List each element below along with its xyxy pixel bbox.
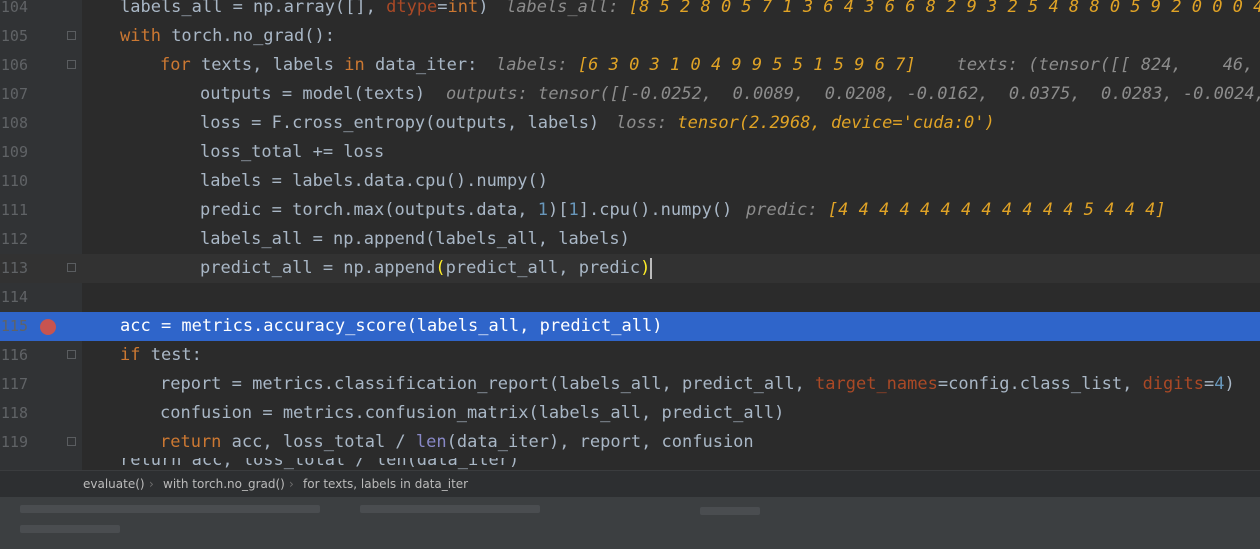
code-text[interactable]: loss_total += loss: [200, 138, 384, 167]
code-line[interactable]: 107 outputs = model(texts) outputs: tensor…: [0, 80, 1260, 109]
blurred-toolbar: [700, 507, 760, 515]
code-line[interactable]: 109 loss_total += loss: [0, 138, 1260, 167]
blurred-toolbar: [20, 505, 320, 513]
line-number[interactable]: 110: [0, 167, 28, 196]
code-line[interactable]: 104 labels_all = np.array([], dtype=int) l…: [0, 0, 1260, 22]
line-number[interactable]: 105: [0, 22, 28, 51]
code-line[interactable]: 119 return acc, loss_total / len(data_ite…: [0, 428, 1260, 457]
line-number[interactable]: 113: [0, 254, 28, 283]
fold-toggle-icon[interactable]: [67, 263, 76, 272]
line-number[interactable]: 106: [0, 51, 28, 80]
blurred-toolbar: [20, 525, 120, 533]
code-text[interactable]: report = metrics.classification_report(l…: [160, 370, 1235, 399]
line-number[interactable]: 104: [0, 0, 28, 22]
text-cursor: [650, 257, 653, 279]
line-number[interactable]: 116: [0, 341, 28, 370]
code-text[interactable]: labels_all = np.array([], dtype=int): [120, 0, 489, 22]
code-text[interactable]: predic = torch.max(outputs.data, 1)[1].c…: [200, 196, 732, 225]
code-line[interactable]: 113 predict_all = np.append(predict_all, …: [0, 254, 1260, 283]
code-line[interactable]: 105 with torch.no_grad():: [0, 22, 1260, 51]
inline-debug-value[interactable]: outputs: tensor([[-0.0252, 0.0089, 0.020…: [446, 80, 1260, 109]
breadcrumb-item-evaluate[interactable]: evaluate(): [83, 471, 145, 497]
inline-debug-value[interactable]: labels: [6 3 0 3 1 0 4 9 9 5 5 1 5 9 6 7…: [496, 51, 1253, 80]
code-text[interactable]: labels = labels.data.cpu().numpy(): [200, 167, 548, 196]
code-text[interactable]: with torch.no_grad():: [120, 22, 335, 51]
breadcrumb: evaluate() › with torch.no_grad() › for …: [0, 470, 1260, 497]
breakpoint-icon[interactable]: [40, 319, 56, 335]
code-editor[interactable]: 104 labels_all = np.array([], dtype=int) l…: [0, 0, 1260, 470]
line-number[interactable]: 119: [0, 428, 28, 457]
code-line[interactable]: 112 labels_all = np.append(labels_all, la…: [0, 225, 1260, 254]
line-number[interactable]: 118: [0, 399, 28, 428]
fold-toggle-icon[interactable]: [67, 31, 76, 40]
line-number[interactable]: 107: [0, 80, 28, 109]
line-number[interactable]: 115: [0, 312, 28, 341]
code-line[interactable]: 115 acc = metrics.accuracy_score(labels_a…: [0, 312, 1260, 341]
code-text[interactable]: for texts, labels in data_iter:: [160, 51, 477, 80]
code-line[interactable]: 108 loss = F.cross_entropy(outputs, label…: [0, 109, 1260, 138]
code-text[interactable]: acc = metrics.accuracy_score(labels_all,…: [120, 312, 662, 341]
code-text[interactable]: if test:: [120, 341, 202, 370]
code-text[interactable]: outputs = model(texts): [200, 80, 425, 109]
fold-toggle-icon[interactable]: [67, 350, 76, 359]
inline-debug-value[interactable]: loss: tensor(2.2968, device='cuda:0'): [616, 109, 995, 138]
line-number[interactable]: 111: [0, 196, 28, 225]
fold-toggle-icon[interactable]: [67, 60, 76, 69]
inline-debug-value[interactable]: predic: [4 4 4 4 4 4 4 4 4 4 4 4 5 4 4 4…: [746, 196, 1166, 225]
breadcrumb-separator-icon: ›: [289, 477, 294, 491]
line-number[interactable]: 108: [0, 109, 28, 138]
code-line[interactable]: 110 labels = labels.data.cpu().numpy(): [0, 167, 1260, 196]
code-line[interactable]: 117 report = metrics.classification_repor…: [0, 370, 1260, 399]
code-text[interactable]: return acc, loss_total / len(data_iter),…: [160, 428, 754, 457]
line-number[interactable]: 114: [0, 283, 28, 312]
code-text[interactable]: predict_all = np.append(predict_all, pre…: [200, 254, 653, 283]
breadcrumb-item-with[interactable]: with torch.no_grad(): [163, 471, 285, 497]
code-line[interactable]: 118 confusion = metrics.confusion_matrix(…: [0, 399, 1260, 428]
code-text[interactable]: confusion = metrics.confusion_matrix(lab…: [160, 399, 784, 428]
inline-debug-value[interactable]: labels_all: [8 5 2 8 0 5 7 1 3 6 4 3 6 6…: [506, 0, 1260, 22]
code-line[interactable]: 114: [0, 283, 1260, 312]
line-number[interactable]: 117: [0, 370, 28, 399]
line-number[interactable]: 112: [0, 225, 28, 254]
breadcrumb-item-for[interactable]: for texts, labels in data_iter: [303, 471, 468, 497]
code-line[interactable]: 116 if test:: [0, 341, 1260, 370]
breadcrumb-separator-icon: ›: [149, 477, 154, 491]
code-text[interactable]: labels_all = np.append(labels_all, label…: [200, 225, 630, 254]
blurred-toolbar: [360, 505, 540, 513]
code-line[interactable]: 111 predic = torch.max(outputs.data, 1)[1…: [0, 196, 1260, 225]
peek-line-text: return acc, loss_total / len(data_iter): [120, 458, 520, 470]
fold-toggle-icon[interactable]: [67, 437, 76, 446]
scrolled-code-line: return acc, loss_total / len(data_iter): [0, 458, 1260, 470]
tool-window-area: [0, 497, 1260, 549]
line-number[interactable]: 109: [0, 138, 28, 167]
code-line[interactable]: 106 for texts, labels in data_iter: labels…: [0, 51, 1260, 80]
code-text[interactable]: loss = F.cross_entropy(outputs, labels): [200, 109, 599, 138]
